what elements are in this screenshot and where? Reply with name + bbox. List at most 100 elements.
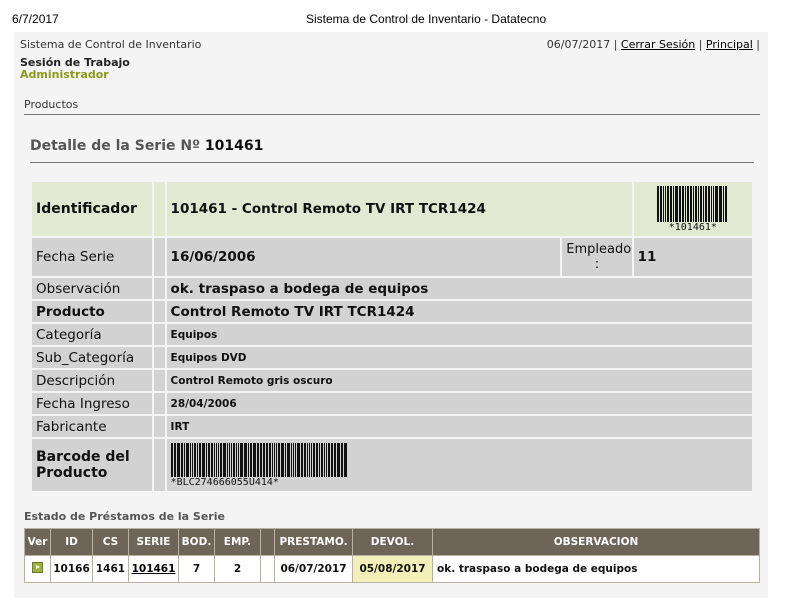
col-header: ID — [50, 528, 93, 556]
barcode-bar — [682, 185, 685, 222]
barcode-bar — [719, 185, 723, 222]
spacer-cell — [154, 278, 165, 299]
logout-link[interactable]: Cerrar Sesión — [621, 38, 695, 51]
producto-label: Producto — [32, 301, 153, 322]
barcode-bar — [222, 442, 226, 477]
separator: | — [752, 38, 760, 51]
barcode-bar — [343, 442, 347, 477]
barcode-producto-label: Barcode del Producto — [32, 439, 153, 491]
barcode-bar — [318, 442, 320, 477]
barcode-bar — [170, 442, 173, 477]
barcode-bar — [210, 442, 213, 477]
barcode-bar — [294, 442, 296, 477]
barcode-bar — [256, 442, 259, 477]
col-header: Ver — [24, 528, 51, 556]
barcode-bar — [230, 442, 232, 477]
barcode-bar — [198, 442, 201, 477]
barcode-bar — [703, 185, 705, 222]
barcode-bar — [275, 442, 277, 477]
observacion-value: ok. traspaso a bodega de equipos — [166, 278, 752, 299]
producto-barcode-text: *BLC274666055U414* — [170, 476, 279, 488]
app-name: Sistema de Control de Inventario — [20, 38, 202, 51]
barcode-bar — [325, 442, 327, 477]
session-role: Administrador — [20, 68, 109, 81]
view-cell[interactable] — [24, 555, 51, 583]
col-header: BOD. — [178, 528, 215, 556]
barcode-bar — [708, 185, 711, 222]
categoria-value: Equipos — [166, 324, 752, 345]
arrow-right-icon[interactable] — [32, 562, 43, 573]
barcode-bar — [670, 185, 673, 222]
fabricante-label: Fabricante — [32, 416, 153, 437]
home-link[interactable]: Principal — [706, 38, 753, 51]
subcategoria-label: Sub_Categoría — [32, 347, 153, 368]
barcode-bar — [247, 442, 249, 477]
spacer-cell — [154, 324, 165, 345]
barcode-bar — [296, 442, 300, 477]
barcode-bar — [715, 185, 719, 222]
barcode-bar — [180, 442, 183, 477]
detail-title-prefix: Detalle de la Serie Nº — [30, 138, 200, 154]
barcode-bar — [176, 442, 180, 477]
identificador-label: Identificador — [32, 182, 153, 236]
barcode-bar — [252, 442, 256, 477]
barcode-bar — [239, 442, 243, 477]
barcode-bar — [292, 442, 294, 477]
empleado-label: Empleado : — [562, 238, 632, 276]
barcode-bar — [660, 185, 663, 222]
barcode-bar — [183, 442, 185, 477]
breadcrumb: Productos — [24, 98, 79, 111]
barcode-bar — [323, 442, 325, 477]
fecha-ingreso-value: 28/04/2006 — [166, 393, 752, 414]
fecha-serie-row: Fecha Serie 16/06/2006 Empleado : 11 — [32, 238, 752, 276]
categoria-label: Categoría — [32, 324, 153, 345]
categoria-row: Categoría Equipos — [32, 324, 752, 345]
observacion-row: Observación ok. traspaso a bodega de equ… — [32, 278, 752, 299]
barcode-bar — [320, 442, 323, 477]
barcode-bar — [201, 442, 205, 477]
barcode-icon — [636, 185, 750, 222]
print-date: 6/7/2017 — [12, 12, 59, 26]
descripcion-label: Descripción — [32, 370, 153, 391]
empleado-value: 11 — [633, 238, 752, 276]
barcode-bar — [665, 185, 667, 222]
identificador-value: 101461 - Control Remoto TV IRT TCR1424 — [166, 182, 632, 236]
loan-bod: 7 — [178, 555, 215, 583]
loan-serie-link[interactable]: 101461 — [132, 563, 176, 575]
loans-title: Estado de Préstamos de la Serie — [24, 510, 225, 523]
barcode-bar — [205, 442, 207, 477]
barcode-bar — [237, 442, 239, 477]
col-header: DEVOL. — [352, 528, 433, 556]
barcode-bar — [336, 442, 340, 477]
barcode-bar — [663, 185, 665, 222]
spacer-cell — [154, 238, 165, 276]
barcode-bar — [259, 442, 262, 477]
divider — [30, 162, 754, 163]
barcode-bar — [327, 442, 330, 477]
col-header: SERIE — [128, 528, 179, 556]
producto-barcode: *BLC274666055U414* — [166, 439, 752, 491]
spacer-cell — [154, 393, 165, 414]
identificador-row: Identificador 101461 - Control Remoto TV… — [32, 182, 752, 236]
barcode-bar — [340, 442, 343, 477]
spacer-cell — [154, 182, 165, 236]
barcode-bar — [308, 442, 310, 477]
barcode-bar — [173, 442, 176, 477]
barcode-bar — [723, 185, 725, 222]
top-links: 06/07/2017 | Cerrar Sesión | Principal | — [547, 38, 760, 51]
barcode-bar — [219, 442, 222, 477]
barcode-bar — [271, 442, 273, 477]
divider — [24, 114, 760, 115]
separator: | — [695, 38, 706, 51]
loans-table: Ver ID CS SERIE BOD. EMP. PRESTAMO. DEVO… — [24, 528, 760, 583]
app-frame: Sistema de Control de Inventario 06/07/2… — [14, 32, 768, 598]
subcategoria-row: Sub_Categoría Equipos DVD — [32, 347, 752, 368]
descripcion-row: Descripción Control Remoto gris oscuro — [32, 370, 752, 391]
barcode-bar — [698, 185, 700, 222]
loan-devol: 05/08/2017 — [352, 555, 433, 583]
barcode-bar — [695, 185, 698, 222]
observacion-label: Observación — [32, 278, 153, 299]
serie-barcode-text: *101461* — [668, 221, 717, 233]
loan-emp: 2 — [214, 555, 261, 583]
barcode-bar — [312, 442, 315, 477]
